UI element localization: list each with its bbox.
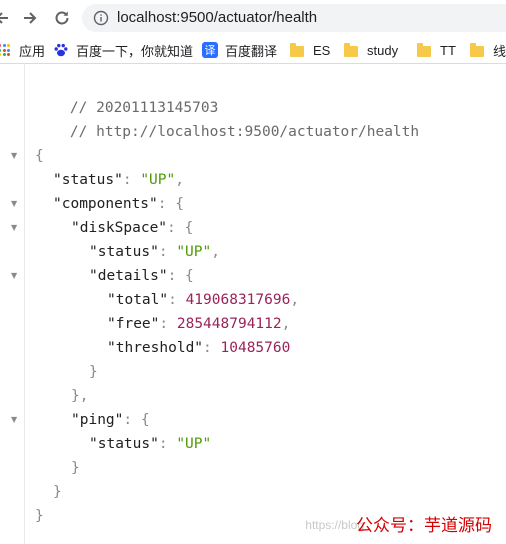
bookmark-label: TT [440, 42, 456, 58]
json-line: "diskSpace": { [71, 220, 194, 236]
comment-line: // http://localhost:9500/actuator/health [69, 124, 420, 140]
apps-grid-icon [0, 42, 12, 58]
back-button[interactable] [0, 6, 14, 30]
reload-icon [55, 11, 69, 25]
folder-icon [344, 42, 360, 58]
json-line: } [35, 508, 44, 524]
arrow-left-icon [0, 12, 8, 24]
bookmark-folder-tt[interactable]: TT [417, 40, 456, 60]
json-line: "status": "UP" [89, 436, 212, 452]
json-line: "total": 419068317696, [107, 292, 300, 308]
json-line: "status": "UP", [53, 172, 184, 188]
comment-line: // 20201113145703 [69, 100, 219, 116]
json-line: } [53, 484, 62, 500]
arrow-right-icon [24, 12, 37, 24]
bookmark-folder-study[interactable]: study [344, 40, 398, 60]
json-line: }, [71, 388, 89, 404]
json-viewer: // 20201113145703 // http://localhost:95… [0, 64, 506, 544]
json-line: "free": 285448794112, [107, 316, 291, 332]
json-line: "ping": { [71, 412, 150, 428]
bookmark-label: 百度一下，你就知道 [76, 43, 194, 59]
bookmark-label: ES [313, 42, 331, 58]
bookmark-apps[interactable]: 应用 [0, 40, 45, 60]
watermark-text: 公众号：芋道源码 [356, 516, 492, 536]
bookmark-baidu[interactable]: 百度一下，你就知道 [53, 40, 193, 60]
bookmark-label: 应用 [19, 43, 46, 59]
json-line: "details": { [89, 268, 194, 284]
baidu-translate-icon: 译 [202, 42, 218, 58]
collapse-arrow-icon[interactable]: ▼ [11, 144, 19, 168]
bookmark-folder-es[interactable]: ES [290, 40, 330, 60]
browser-toolbar: localhost:9500/actuator/health [0, 0, 506, 36]
json-line: "components": { [53, 196, 184, 212]
info-icon[interactable] [93, 10, 109, 26]
bookmark-folder-xian[interactable]: 线 [470, 40, 506, 60]
bookmark-label: study [367, 42, 399, 58]
folder-icon [290, 42, 306, 58]
collapse-arrow-icon[interactable]: ▼ [11, 264, 19, 288]
baidu-paw-icon [54, 43, 68, 57]
reload-button[interactable] [50, 6, 74, 30]
collapse-arrow-icon[interactable]: ▼ [11, 408, 19, 432]
forward-button[interactable] [18, 6, 42, 30]
json-line: { [35, 148, 44, 164]
collapse-arrow-icon[interactable]: ▼ [11, 192, 19, 216]
gutter-divider [24, 64, 25, 544]
json-line: "status": "UP", [89, 244, 220, 260]
json-line: } [71, 460, 80, 476]
address-bar[interactable]: localhost:9500/actuator/health [82, 4, 506, 32]
json-line: "threshold": 10485760 [107, 340, 291, 356]
bookmark-label: 线 [493, 43, 506, 59]
folder-icon [470, 42, 486, 58]
collapse-arrow-icon[interactable]: ▼ [11, 216, 19, 240]
url-text[interactable]: localhost:9500/actuator/health [117, 9, 317, 26]
bookmark-label: 百度翻译 [225, 43, 278, 59]
bookmarks-bar: 应用 百度一下，你就知道 译 百度翻译 ES study TT 线 [0, 36, 506, 64]
json-line: } [89, 364, 98, 380]
bookmark-baidu-translate[interactable]: 译 百度翻译 [202, 40, 277, 60]
folder-icon [417, 42, 433, 58]
